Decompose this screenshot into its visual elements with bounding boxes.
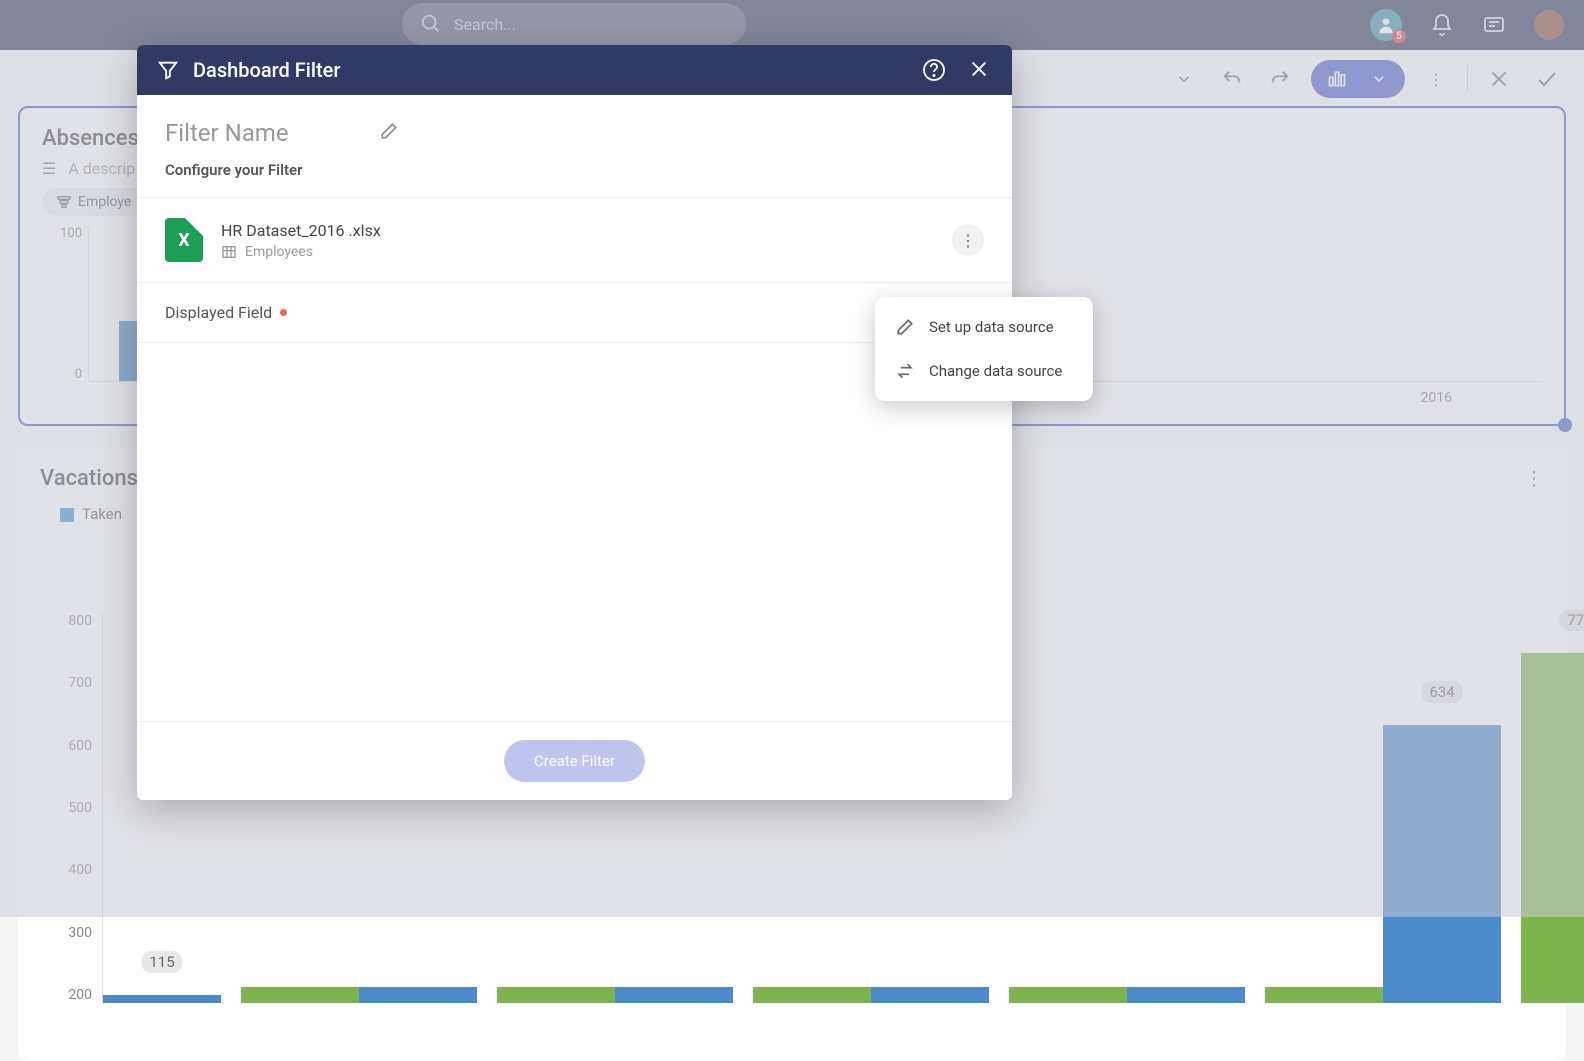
- pencil-icon[interactable]: [379, 121, 399, 145]
- y-tick: 200: [68, 987, 92, 1003]
- close-icon[interactable]: [968, 58, 992, 82]
- table-icon: [221, 244, 237, 260]
- bar-group: [615, 987, 871, 1003]
- excel-file-icon: X: [165, 218, 203, 262]
- bar-taken: [615, 987, 733, 1003]
- bar-available: [241, 987, 359, 1003]
- bar-taken: [1127, 987, 1245, 1003]
- data-source-row: X HR Dataset_2016 .xlsx Employees ⋮: [137, 197, 1012, 283]
- bar-available: [1265, 987, 1383, 1003]
- menu-setup-data-source[interactable]: Set up data source: [875, 305, 1093, 349]
- modal-title: Dashboard Filter: [193, 58, 340, 82]
- bar-group: [871, 987, 1127, 1003]
- help-icon[interactable]: [922, 58, 946, 82]
- bar-taken: [103, 995, 221, 1003]
- displayed-field-label: Displayed Field: [165, 303, 272, 322]
- bar-group: 115: [103, 987, 359, 1003]
- required-dot-icon: [280, 309, 287, 316]
- bar-taken: [359, 987, 477, 1003]
- data-source-sheet: Employees: [245, 244, 313, 260]
- dashboard-filter-modal: Dashboard Filter Configure your Filter X…: [137, 45, 1012, 800]
- data-source-filename: HR Dataset_2016 .xlsx: [221, 221, 381, 240]
- bar-available: [753, 987, 871, 1003]
- bar-group: [1127, 987, 1383, 1003]
- menu-change-data-source[interactable]: Change data source: [875, 349, 1093, 393]
- data-source-context-menu: Set up data source Change data source: [875, 297, 1093, 401]
- bar-taken: [871, 987, 989, 1003]
- y-tick: 300: [68, 925, 92, 941]
- bar-available: [1009, 987, 1127, 1003]
- create-filter-button[interactable]: Create Filter: [504, 740, 645, 782]
- bar-available: [497, 987, 615, 1003]
- bar-group: [359, 987, 615, 1003]
- swap-icon: [895, 361, 915, 381]
- data-source-menu-button[interactable]: ⋮: [952, 224, 984, 256]
- filter-name-input[interactable]: [165, 119, 365, 147]
- pencil-icon: [895, 317, 915, 337]
- funnel-icon: [157, 59, 179, 81]
- modal-header: Dashboard Filter: [137, 45, 1012, 95]
- configure-label: Configure your Filter: [137, 161, 1012, 197]
- bar-value-label: 115: [141, 951, 182, 973]
